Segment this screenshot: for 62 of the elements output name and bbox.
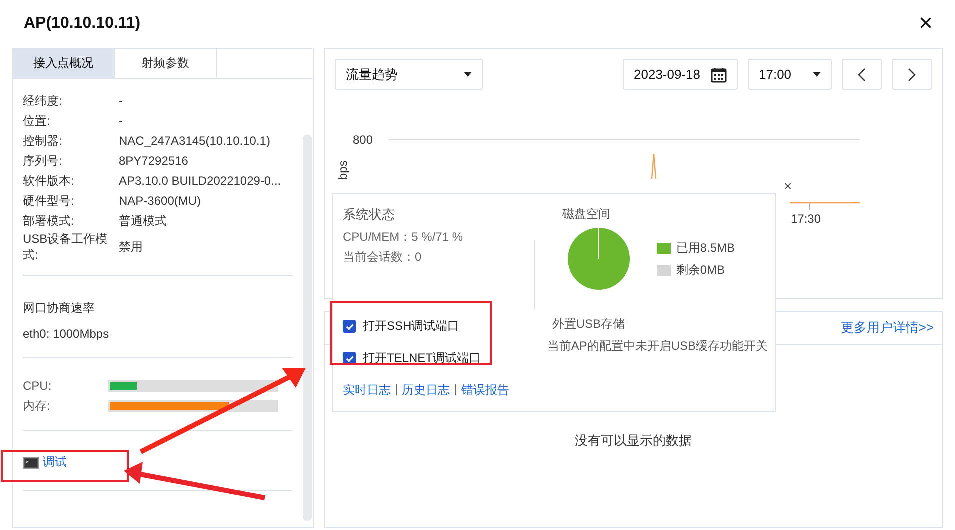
pie-chart xyxy=(567,227,632,291)
meter-label: 内存: xyxy=(23,398,52,414)
date-field[interactable]: 2023-09-18 xyxy=(623,59,738,90)
field-value: NAC_247A3145(10.10.10.1) xyxy=(119,134,270,148)
log-link[interactable]: 错误报告 xyxy=(461,382,510,399)
more-users-link[interactable]: 更多用户详情>> xyxy=(840,319,934,337)
time-dropdown[interactable]: 17:00 xyxy=(748,59,832,90)
section-title: 系统状态 xyxy=(343,206,396,224)
previous-button[interactable] xyxy=(842,59,882,90)
meter-label: CPU: xyxy=(23,379,53,393)
debug-link[interactable]: 调试 xyxy=(43,454,67,471)
y-tick-label: 800 xyxy=(353,133,374,147)
chevron-right-icon xyxy=(908,68,916,82)
field-label: 序列号: xyxy=(23,153,64,169)
usb-note: 当前AP的配置中未开启USB缓存功能开关 xyxy=(547,338,768,355)
field-label: 位置: xyxy=(23,113,52,129)
x-tick-label: 17:30 xyxy=(791,212,822,226)
field-value: 8PY7292516 xyxy=(119,154,188,168)
check-icon xyxy=(344,354,354,364)
field-value: 禁用 xyxy=(119,238,143,256)
close-button[interactable]: × xyxy=(918,12,933,36)
cpu-mem-text: CPU/MEM：5 %/71 % xyxy=(343,229,464,246)
terminal-icon xyxy=(23,456,39,468)
traffic-line xyxy=(651,153,657,180)
separator: | xyxy=(395,382,398,398)
field-value: - xyxy=(119,114,123,128)
view-dropdown[interactable]: 流量趋势 xyxy=(335,59,483,90)
field-label: 硬件型号: xyxy=(23,193,76,209)
check-icon xyxy=(344,322,354,332)
field-label: 控制器: xyxy=(23,133,64,149)
field-value: AP3.10.0 BUILD20221029-0... xyxy=(119,174,282,188)
field-label: 软件版本: xyxy=(23,173,76,189)
caret-icon xyxy=(813,72,821,77)
checkbox[interactable]: 打开SSH调试端口 xyxy=(343,318,460,335)
next-button[interactable] xyxy=(892,59,932,90)
calendar-icon xyxy=(711,66,727,82)
port-speed: eth0: 1000Mbps xyxy=(23,327,110,341)
empty-message: 没有可以显示的数据 xyxy=(575,433,692,448)
field-label: USB设备工作模式: xyxy=(23,231,109,263)
chevron-left-icon xyxy=(858,68,866,82)
field-value: NAP-3600(MU) xyxy=(119,194,202,208)
section-title: 磁盘空间 xyxy=(562,206,610,223)
section-title: 网口协商速率 xyxy=(23,300,96,317)
close-button[interactable]: × xyxy=(784,178,792,194)
legend-label: 剩余0MB xyxy=(676,262,726,278)
field-value: - xyxy=(119,94,123,108)
separator: | xyxy=(454,382,458,398)
tab[interactable]: 射频参数 xyxy=(115,49,217,79)
log-link[interactable]: 实时日志 xyxy=(343,382,391,399)
section-title: 外置USB存储 xyxy=(552,316,626,333)
dialog-title: AP(10.10.10.11) xyxy=(24,15,141,33)
field-value: 普通模式 xyxy=(119,212,167,230)
traffic-line xyxy=(790,202,860,204)
tab[interactable]: 接入点概况 xyxy=(13,49,115,79)
field-label: 经纬度: xyxy=(23,93,64,109)
session-count: 当前会话数：0 xyxy=(343,249,423,266)
legend-label: 已用8.5MB xyxy=(676,240,736,256)
field-label: 部署模式: xyxy=(23,213,76,229)
caret-icon xyxy=(464,72,472,77)
axis-title: bps xyxy=(336,160,350,180)
log-link[interactable]: 历史日志 xyxy=(402,382,450,399)
scrollbar-thumb[interactable] xyxy=(303,135,312,521)
